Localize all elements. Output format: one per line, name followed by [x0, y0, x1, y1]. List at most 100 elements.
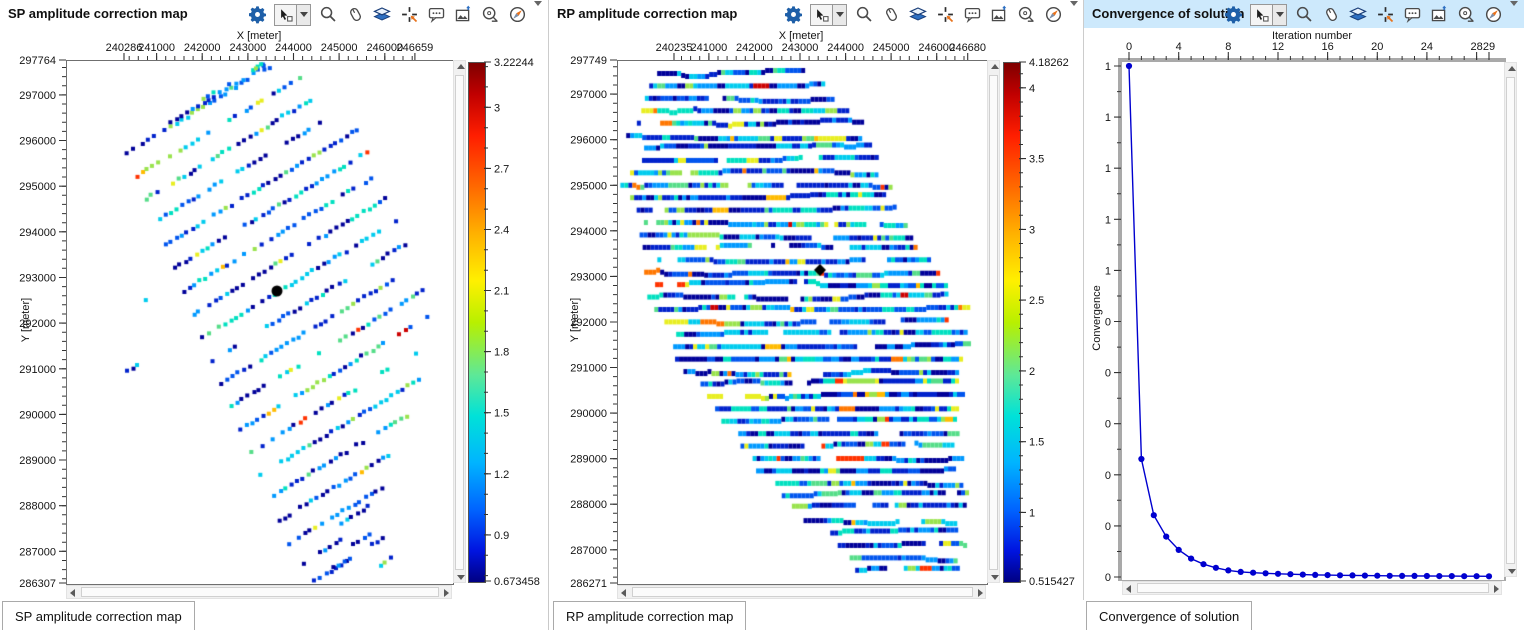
panel-toolbar	[247, 3, 542, 26]
export-image-icon[interactable]	[1429, 5, 1449, 25]
svg-text:0.673458: 0.673458	[494, 576, 540, 588]
export-image-icon[interactable]	[453, 5, 473, 25]
svg-text:245000: 245000	[873, 42, 910, 54]
svg-text:0: 0	[1105, 470, 1111, 482]
crosshair-pick-icon[interactable]	[399, 5, 419, 25]
crosshair-pick-icon[interactable]	[1375, 5, 1395, 25]
comment-icon[interactable]	[426, 5, 446, 25]
scroll-left-icon[interactable]	[70, 589, 75, 597]
svg-text:244000: 244000	[827, 42, 864, 54]
pointer-mode-button[interactable]	[1250, 4, 1273, 26]
zoom-magnifier-icon[interactable]	[854, 5, 874, 25]
scroll-right-icon[interactable]	[1494, 585, 1499, 593]
svg-text:0: 0	[1105, 368, 1111, 380]
vertical-scrollbar[interactable]	[453, 60, 466, 583]
zoom-magnifier-icon[interactable]	[1294, 5, 1314, 25]
x-axis-label: X [meter]	[731, 30, 871, 42]
settings-gear-icon[interactable]	[247, 5, 267, 25]
compass-dropdown[interactable]	[534, 6, 542, 24]
pointer-mode-dropdown[interactable]	[297, 4, 311, 26]
scrollbar-thumb[interactable]	[1137, 583, 1489, 593]
scroll-up-icon[interactable]	[1508, 66, 1516, 71]
svg-text:0.9: 0.9	[494, 530, 509, 542]
y-axis-label: Y [meter]	[569, 290, 581, 350]
mouse-tools-icon[interactable]	[881, 5, 901, 25]
panel-toolbar	[1223, 3, 1518, 26]
rp-map-plot-area[interactable]	[617, 60, 988, 585]
settings-gear-icon[interactable]	[1223, 5, 1243, 25]
svg-text:286307: 286307	[19, 578, 56, 590]
svg-text:8: 8	[1225, 41, 1231, 53]
layers-icon[interactable]	[1348, 5, 1368, 25]
comment-icon[interactable]	[1402, 5, 1422, 25]
pointer-mode-button[interactable]	[810, 4, 833, 26]
scrollbar-thumb[interactable]	[81, 587, 439, 597]
svg-text:289000: 289000	[19, 455, 56, 467]
scroll-down-icon[interactable]	[991, 575, 999, 580]
scroll-left-icon[interactable]	[1126, 585, 1131, 593]
svg-text:0: 0	[1105, 317, 1111, 329]
chevron-down-icon	[534, 1, 542, 23]
rp-map-canvas[interactable]	[618, 61, 987, 584]
x-axis-label: Iteration number	[1242, 30, 1382, 42]
horizontal-scrollbar[interactable]	[617, 585, 986, 599]
tab-rp-map[interactable]: RP amplitude correction map	[553, 601, 746, 630]
scroll-right-icon[interactable]	[978, 589, 983, 597]
scroll-left-icon[interactable]	[621, 589, 626, 597]
x-axis-label: X [meter]	[189, 30, 329, 42]
measure-icon[interactable]	[1456, 5, 1476, 25]
mouse-tools-icon[interactable]	[345, 5, 365, 25]
zoom-magnifier-icon[interactable]	[318, 5, 338, 25]
panel-title: SP amplitude correction map	[8, 6, 188, 21]
pointer-mode-button[interactable]	[274, 4, 297, 26]
horizontal-scrollbar[interactable]	[66, 585, 452, 599]
svg-text:243000: 243000	[782, 42, 819, 54]
compass-icon[interactable]	[507, 5, 527, 25]
measure-icon[interactable]	[480, 5, 500, 25]
sp-map-plot-area[interactable]	[66, 60, 454, 585]
horizontal-scrollbar[interactable]	[1122, 581, 1502, 595]
export-image-icon[interactable]	[989, 5, 1009, 25]
crosshair-pick-icon[interactable]	[935, 5, 955, 25]
svg-text:3: 3	[1029, 224, 1035, 236]
settings-gear-icon[interactable]	[783, 5, 803, 25]
compass-dropdown[interactable]	[1510, 6, 1518, 24]
svg-text:28: 28	[1470, 41, 1482, 53]
vertical-scrollbar[interactable]	[987, 60, 1000, 583]
scrollbar-thumb[interactable]	[1506, 77, 1515, 564]
compass-dropdown[interactable]	[1070, 6, 1078, 24]
svg-text:295000: 295000	[570, 180, 607, 192]
convergence-plot-area[interactable]	[1118, 58, 1506, 581]
application-window: SP amplitude correction map X [meter] Y …	[0, 0, 1524, 630]
svg-text:242000: 242000	[184, 42, 221, 54]
panel-convergence: Convergence of solution Iteration number…	[1084, 0, 1524, 630]
layers-icon[interactable]	[908, 5, 928, 25]
sp-map-canvas[interactable]	[67, 61, 453, 584]
compass-icon[interactable]	[1483, 5, 1503, 25]
scrollbar-thumb[interactable]	[989, 75, 998, 570]
scroll-up-icon[interactable]	[457, 64, 465, 69]
tab-sp-map[interactable]: SP amplitude correction map	[2, 601, 195, 630]
scroll-up-icon[interactable]	[991, 64, 999, 69]
svg-text:1: 1	[1105, 112, 1111, 124]
tab-convergence[interactable]: Convergence of solution	[1086, 601, 1252, 630]
panel-title: RP amplitude correction map	[557, 6, 737, 21]
compass-icon[interactable]	[1043, 5, 1063, 25]
scroll-right-icon[interactable]	[444, 589, 449, 597]
scrollbar-thumb[interactable]	[455, 75, 464, 570]
measure-icon[interactable]	[1016, 5, 1036, 25]
mouse-tools-icon[interactable]	[1321, 5, 1341, 25]
scrollbar-thumb[interactable]	[632, 587, 973, 597]
vertical-scrollbar[interactable]	[1504, 62, 1517, 577]
svg-text:286271: 286271	[570, 578, 607, 590]
svg-text:293000: 293000	[570, 271, 607, 283]
pointer-mode-dropdown[interactable]	[833, 4, 847, 26]
layers-icon[interactable]	[372, 5, 392, 25]
pointer-mode-dropdown[interactable]	[1273, 4, 1287, 26]
svg-text:0.515427: 0.515427	[1029, 576, 1075, 588]
svg-text:243000: 243000	[230, 42, 267, 54]
comment-icon[interactable]	[962, 5, 982, 25]
scroll-down-icon[interactable]	[1508, 569, 1516, 574]
svg-text:290000: 290000	[570, 408, 607, 420]
scroll-down-icon[interactable]	[457, 575, 465, 580]
